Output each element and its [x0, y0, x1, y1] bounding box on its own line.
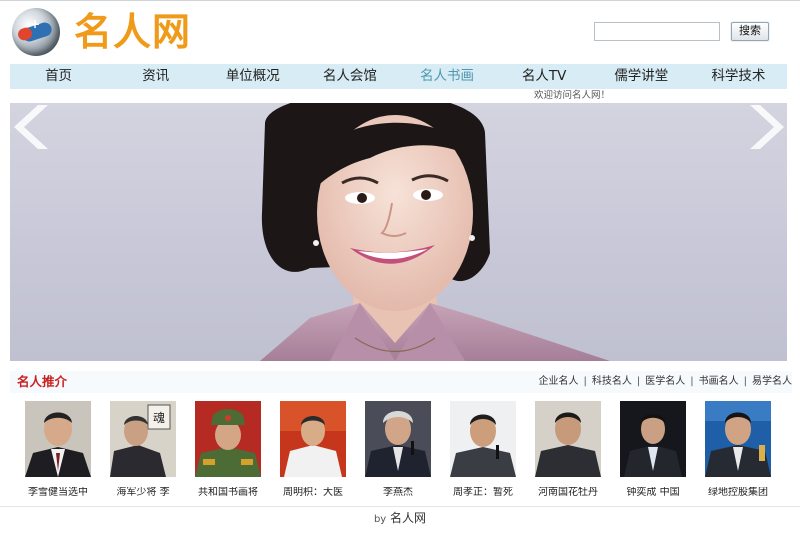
nav-item-about[interactable]: 单位概况: [204, 64, 301, 89]
banner-slideshow[interactable]: [10, 103, 787, 361]
person-photo[interactable]: [620, 401, 686, 477]
chevron-right-icon[interactable]: [744, 103, 787, 151]
footer-divider: [0, 506, 800, 507]
person-card[interactable]: 钟奕成 中国: [615, 401, 687, 501]
separator: |: [690, 376, 694, 387]
category-link-calligraphy[interactable]: 书画名人: [699, 376, 739, 387]
category-link-medical[interactable]: 医学名人: [645, 376, 685, 387]
person-card[interactable]: 魂 海军少将 李: [105, 401, 177, 501]
separator: |: [743, 376, 747, 387]
nav-item-hall[interactable]: 名人会馆: [301, 64, 398, 89]
person-name[interactable]: 李燕杰: [354, 487, 442, 499]
chevron-left-icon[interactable]: [10, 103, 54, 151]
nav-item-calligraphy[interactable]: 名人书画: [399, 64, 496, 89]
person-photo[interactable]: [365, 401, 431, 477]
search-button[interactable]: 搜索: [731, 22, 769, 41]
nav-item-confucian[interactable]: 儒学讲堂: [593, 64, 690, 89]
section-title: 名人推介: [17, 374, 68, 389]
person-photo[interactable]: 魂: [110, 401, 176, 477]
category-link-science[interactable]: 科技名人: [592, 376, 632, 387]
person-card[interactable]: 河南国花牡丹: [530, 401, 602, 501]
person-name[interactable]: 钟奕成 中国: [609, 487, 697, 499]
person-photo[interactable]: [705, 401, 771, 477]
person-card[interactable]: 共和国书画将: [190, 401, 262, 501]
separator: |: [583, 376, 587, 387]
category-link-yixue[interactable]: 易学名人: [752, 376, 792, 387]
section-header: 名人推介 企业名人 | 科技名人 | 医学名人 | 书画名人 | 易学名人: [10, 371, 792, 393]
category-links: 企业名人 | 科技名人 | 医学名人 | 书画名人 | 易学名人: [539, 376, 793, 388]
search-input[interactable]: [594, 22, 720, 41]
separator: |: [636, 376, 641, 387]
footer-by: by: [373, 514, 387, 525]
top-border: [0, 0, 800, 1]
person-name[interactable]: 周孝正：暂死: [439, 487, 527, 499]
people-list: 李雪健当选中 魂 海军少将 李 共和国书画将 周明枳：大医 李燕杰 周孝正：暂死…: [20, 401, 780, 501]
person-name[interactable]: 周明枳：大医: [269, 487, 357, 499]
banner-image: [260, 103, 610, 361]
person-photo[interactable]: [195, 401, 261, 477]
svg-text:魂: 魂: [153, 410, 165, 425]
footer-site-link[interactable]: 名人网: [390, 511, 426, 525]
person-card[interactable]: 周明枳：大医: [275, 401, 347, 501]
welcome-text: 欢迎访问名人网！: [534, 90, 611, 101]
site-logo[interactable]: + 名人网: [10, 8, 200, 58]
person-card[interactable]: 绿地控股集团: [700, 401, 772, 501]
main-nav: 首页 资讯 单位概况 名人会馆 名人书画 名人TV 儒学讲堂 科学技术: [10, 64, 787, 89]
nav-item-science[interactable]: 科学技术: [690, 64, 787, 89]
person-photo[interactable]: [535, 401, 601, 477]
person-photo[interactable]: [25, 401, 91, 477]
globe-logo-icon: +: [12, 8, 60, 56]
nav-item-home[interactable]: 首页: [10, 64, 107, 89]
nav-item-news[interactable]: 资讯: [107, 64, 204, 89]
person-name[interactable]: 海军少将 李: [99, 487, 187, 499]
person-name[interactable]: 绿地控股集团: [694, 487, 782, 499]
person-photo[interactable]: [450, 401, 516, 477]
person-card[interactable]: 李燕杰: [360, 401, 432, 501]
nav-item-tv[interactable]: 名人TV: [496, 64, 593, 89]
person-card[interactable]: 周孝正：暂死: [445, 401, 517, 501]
category-link-business[interactable]: 企业名人: [539, 376, 579, 387]
person-name[interactable]: 李雪健当选中: [14, 487, 102, 499]
footer: by 名人网: [0, 510, 800, 528]
person-card[interactable]: 李雪健当选中: [20, 401, 92, 501]
person-photo[interactable]: [280, 401, 346, 477]
person-name[interactable]: 河南国花牡丹: [524, 487, 612, 499]
person-name[interactable]: 共和国书画将: [184, 487, 272, 499]
logo-text: 名人网: [74, 10, 192, 54]
